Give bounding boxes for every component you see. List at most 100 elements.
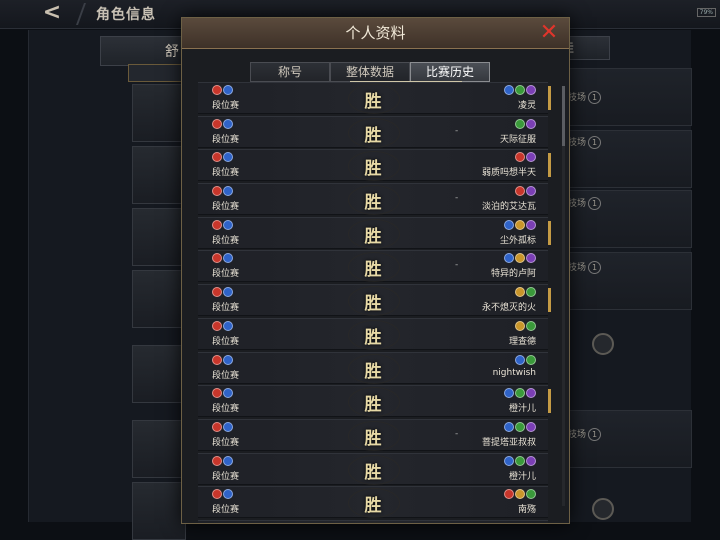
bg-tab-left[interactable]: 舒 bbox=[100, 36, 190, 66]
match-row[interactable]: 段位赛胜朴素的菲达 bbox=[198, 520, 548, 523]
battery-indicator: 79% bbox=[697, 8, 716, 17]
own-hero-icons bbox=[212, 422, 233, 432]
emblem-icon bbox=[348, 522, 400, 523]
match-result: 胜 bbox=[358, 121, 388, 146]
opponent-hero-icons bbox=[504, 85, 536, 95]
own-hero-icons bbox=[212, 220, 233, 230]
hero-class-icon bbox=[212, 388, 222, 398]
opponent-name: 尘外孤标 bbox=[500, 233, 536, 246]
bg-character-card[interactable] bbox=[132, 84, 186, 142]
match-history-list[interactable]: 段位赛胜凌灵段位赛胜-天际征服段位赛胜弱质吗想半天段位赛胜-淡泊的艾达瓦段位赛胜… bbox=[198, 82, 553, 523]
scrollbar[interactable] bbox=[562, 86, 565, 506]
match-result: 胜 bbox=[358, 87, 388, 112]
opponent-name: nightwish bbox=[493, 368, 536, 378]
hero-class-icon bbox=[515, 287, 525, 297]
match-result: 胜 bbox=[358, 424, 388, 449]
hero-class-icon bbox=[515, 489, 525, 499]
bg-character-card[interactable] bbox=[132, 482, 186, 540]
match-result: 胜 bbox=[358, 154, 388, 179]
own-hero-icons bbox=[212, 456, 233, 466]
hero-class-icon bbox=[504, 85, 514, 95]
opponent-name: 天际征服 bbox=[500, 132, 536, 145]
match-row[interactable]: 段位赛胜-特异的卢阿 bbox=[198, 250, 548, 282]
row-highlight-bar bbox=[548, 288, 551, 312]
hero-class-icon bbox=[212, 152, 222, 162]
bg-character-card[interactable] bbox=[132, 420, 186, 478]
opponent-hero-icons bbox=[515, 355, 536, 365]
hero-class-icon bbox=[212, 321, 222, 331]
match-mode-label: 段位赛 bbox=[212, 98, 239, 111]
hero-class-icon bbox=[504, 388, 514, 398]
bg-character-card[interactable] bbox=[132, 208, 186, 266]
match-row[interactable]: 段位赛胜nightwish bbox=[198, 352, 548, 384]
opponent-hero-icons bbox=[504, 489, 536, 499]
hero-class-icon bbox=[223, 456, 233, 466]
hero-class-icon bbox=[223, 186, 233, 196]
hero-class-icon bbox=[504, 456, 514, 466]
back-arrow-icon[interactable]: < bbox=[34, 2, 70, 24]
hero-class-icon bbox=[504, 220, 514, 230]
match-result: 胜 bbox=[358, 458, 388, 483]
bg-character-card[interactable] bbox=[132, 146, 186, 204]
opponent-hero-icons bbox=[504, 388, 536, 398]
opponent-hero-icons bbox=[515, 119, 536, 129]
opponent-hero-icons bbox=[504, 456, 536, 466]
scroll-thumb[interactable] bbox=[562, 86, 565, 146]
bg-character-card[interactable] bbox=[132, 270, 186, 328]
screen-title: 角色信息 bbox=[96, 4, 156, 24]
match-row[interactable]: 段位赛胜尘外孤标 bbox=[198, 217, 548, 249]
match-row[interactable]: 段位赛胜橙汁儿 bbox=[198, 453, 548, 485]
opponent-hero-icons bbox=[515, 321, 536, 331]
match-row[interactable]: 段位赛胜弱质吗想半天 bbox=[198, 149, 548, 181]
own-hero-icons bbox=[212, 355, 233, 365]
opponent-name: 弱质吗想半天 bbox=[482, 165, 536, 178]
match-result: 胜 bbox=[358, 357, 388, 382]
match-row[interactable]: 段位赛 胜 凌灵 bbox=[198, 82, 548, 114]
hero-class-icon bbox=[212, 220, 222, 230]
match-row[interactable]: 段位赛胜-天际征服 bbox=[198, 116, 548, 148]
tab-titles[interactable]: 称号 bbox=[250, 62, 330, 82]
hero-class-icon bbox=[504, 422, 514, 432]
opponent-name: 凌灵 bbox=[518, 98, 536, 111]
separator-dash: - bbox=[455, 260, 458, 270]
close-icon[interactable]: ✕ bbox=[539, 22, 559, 44]
hero-class-icon bbox=[515, 85, 525, 95]
own-hero-icons bbox=[212, 253, 233, 263]
hero-class-icon bbox=[526, 388, 536, 398]
own-hero-icons bbox=[212, 152, 233, 162]
match-row[interactable]: 段位赛胜理查德 bbox=[198, 318, 548, 350]
match-row[interactable]: 段位赛胜南殇 bbox=[198, 486, 548, 518]
hero-class-icon bbox=[515, 422, 525, 432]
hero-class-icon bbox=[223, 355, 233, 365]
bg-arena-label: 技场1 bbox=[568, 260, 601, 274]
match-row[interactable]: 段位赛胜-菩提塔亚叔叔 bbox=[198, 419, 548, 451]
hero-class-icon bbox=[526, 287, 536, 297]
hero-class-icon bbox=[223, 489, 233, 499]
match-mode-label: 段位赛 bbox=[212, 435, 239, 448]
hero-class-icon bbox=[223, 321, 233, 331]
dialog-header: 个人资料 ✕ bbox=[182, 18, 569, 49]
opponent-name: 永不熄灭的火 bbox=[482, 300, 536, 313]
hero-class-icon bbox=[515, 456, 525, 466]
opponent-name: 淡泊的艾达瓦 bbox=[482, 199, 536, 212]
bg-character-card[interactable] bbox=[132, 345, 186, 403]
match-mode-label: 段位赛 bbox=[212, 334, 239, 347]
hero-class-icon bbox=[212, 85, 222, 95]
match-row[interactable]: 段位赛胜橙汁儿 bbox=[198, 385, 548, 417]
separator-dash: - bbox=[455, 126, 458, 136]
match-mode-label: 段位赛 bbox=[212, 233, 239, 246]
opponent-name: 橙汁儿 bbox=[509, 469, 536, 482]
own-hero-icons bbox=[212, 321, 233, 331]
opponent-hero-icons bbox=[515, 287, 536, 297]
hero-class-icon bbox=[223, 220, 233, 230]
tab-match-history[interactable]: 比赛历史 bbox=[410, 62, 490, 82]
match-row[interactable]: 段位赛胜-淡泊的艾达瓦 bbox=[198, 183, 548, 215]
hero-class-icon bbox=[526, 186, 536, 196]
tab-overall-data[interactable]: 整体数据 bbox=[330, 62, 410, 82]
bg-round-icon bbox=[592, 498, 614, 520]
dialog-title: 个人资料 bbox=[182, 18, 569, 48]
hero-class-icon bbox=[223, 152, 233, 162]
hero-class-icon bbox=[526, 489, 536, 499]
match-row[interactable]: 段位赛胜永不熄灭的火 bbox=[198, 284, 548, 316]
hero-class-icon bbox=[212, 456, 222, 466]
